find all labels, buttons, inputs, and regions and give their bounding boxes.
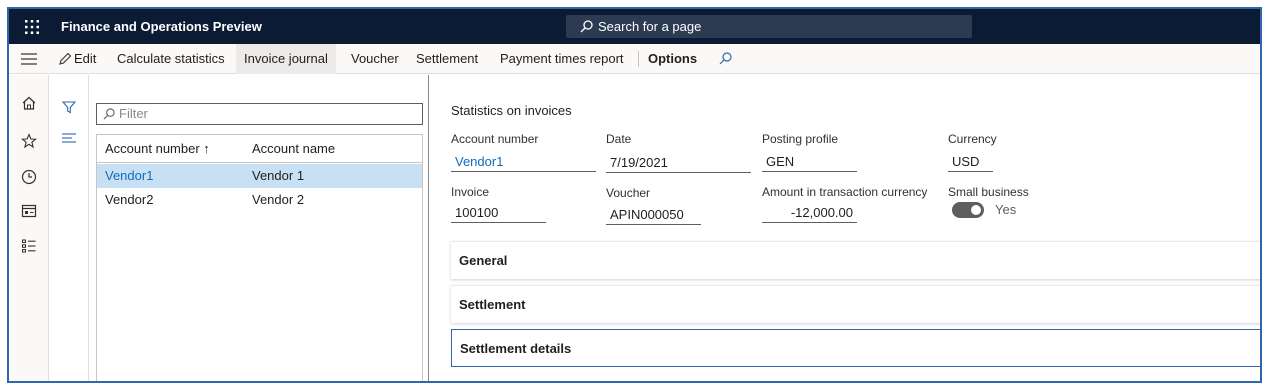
action-search-icon[interactable]	[719, 44, 739, 74]
action-separator	[638, 51, 639, 67]
waffle-icon[interactable]	[9, 9, 55, 44]
fasttab-settlement-details[interactable]: Settlement details	[451, 329, 1260, 367]
payment-times-report-button[interactable]: Payment times report	[500, 44, 624, 74]
workspace-icon[interactable]	[21, 203, 37, 219]
posting-profile-label: Posting profile	[762, 132, 839, 146]
search-input[interactable]: Search for a page	[566, 15, 972, 38]
star-icon[interactable]	[21, 133, 37, 149]
top-bar: Finance and Operations Preview Search fo…	[9, 9, 1260, 44]
voucher-button[interactable]: Voucher	[351, 44, 399, 74]
table-row[interactable]: Vendor2 Vendor 2	[97, 188, 422, 212]
action-pane: Edit Calculate statistics Invoice journa…	[9, 44, 1260, 74]
search-placeholder: Search for a page	[598, 19, 702, 34]
modules-icon[interactable]	[21, 238, 37, 254]
currency-label: Currency	[948, 132, 997, 146]
invoice-journal-button[interactable]: Invoice journal	[236, 44, 336, 74]
app-window: Finance and Operations Preview Search fo…	[7, 7, 1262, 383]
grid-header: Account number ↑ Account name	[97, 135, 422, 163]
list-icon[interactable]	[62, 133, 76, 143]
edit-icon	[59, 52, 72, 65]
voucher-field[interactable]: APIN000050	[606, 205, 701, 225]
small-business-toggle[interactable]	[952, 202, 984, 218]
cell-account-number[interactable]: Vendor1	[105, 164, 153, 188]
date-field[interactable]: 7/19/2021	[606, 153, 751, 173]
section-title: Statistics on invoices	[451, 103, 572, 118]
filter-input[interactable]: Filter	[96, 103, 423, 125]
list-tools	[49, 75, 89, 381]
options-tab[interactable]: Options	[648, 44, 697, 74]
vendor-grid: Account number ↑ Account name Vendor1 Ve…	[96, 134, 423, 381]
column-header-account-number[interactable]: Account number ↑	[105, 135, 210, 163]
fasttab-settlement-label: Settlement	[459, 297, 526, 312]
filter-search-icon	[103, 108, 115, 120]
search-icon	[580, 20, 593, 33]
small-business-value: Yes	[995, 202, 1017, 217]
filter-icon[interactable]	[62, 100, 76, 114]
fasttab-settlement[interactable]: Settlement	[451, 285, 1260, 323]
hamburger-icon[interactable]	[9, 44, 49, 74]
settlement-button[interactable]: Settlement	[416, 44, 478, 74]
app-title: Finance and Operations Preview	[61, 19, 262, 34]
edit-button[interactable]: Edit	[58, 44, 96, 74]
edit-label: Edit	[74, 51, 97, 66]
amount-field[interactable]: -12,000.00	[762, 203, 857, 223]
calculate-statistics-button[interactable]: Calculate statistics	[117, 44, 225, 74]
invoice-label: Invoice	[451, 185, 490, 199]
fasttab-settlement-details-label: Settlement details	[460, 341, 572, 356]
amount-label: Amount in transaction currency	[762, 185, 928, 199]
fasttab-general-label: General	[459, 253, 508, 268]
date-label: Date	[606, 132, 632, 146]
detail-pane: Statistics on invoices Account number Ve…	[430, 75, 1260, 381]
navigation-rail	[9, 75, 49, 381]
cell-account-number[interactable]: Vendor2	[105, 188, 153, 212]
small-business-label: Small business	[948, 185, 1029, 199]
filter-placeholder: Filter	[119, 106, 148, 121]
invoice-field[interactable]: 100100	[451, 203, 546, 223]
table-row[interactable]: Vendor1 Vendor 1	[97, 164, 422, 188]
cell-account-name: Vendor 2	[252, 192, 305, 207]
account-number-label: Account number	[451, 132, 539, 146]
vendor-list-pane: Filter Account number ↑ Account name Ven…	[89, 75, 429, 381]
home-icon[interactable]	[21, 95, 37, 111]
fasttab-general[interactable]: General	[451, 241, 1260, 279]
account-number-field[interactable]: Vendor1	[451, 152, 596, 172]
currency-field[interactable]: USD	[948, 152, 993, 172]
clock-icon[interactable]	[21, 169, 37, 185]
posting-profile-field[interactable]: GEN	[762, 152, 857, 172]
column-header-account-name[interactable]: Account name	[252, 135, 335, 163]
cell-account-name: Vendor 1	[252, 168, 305, 183]
voucher-label: Voucher	[606, 186, 651, 200]
